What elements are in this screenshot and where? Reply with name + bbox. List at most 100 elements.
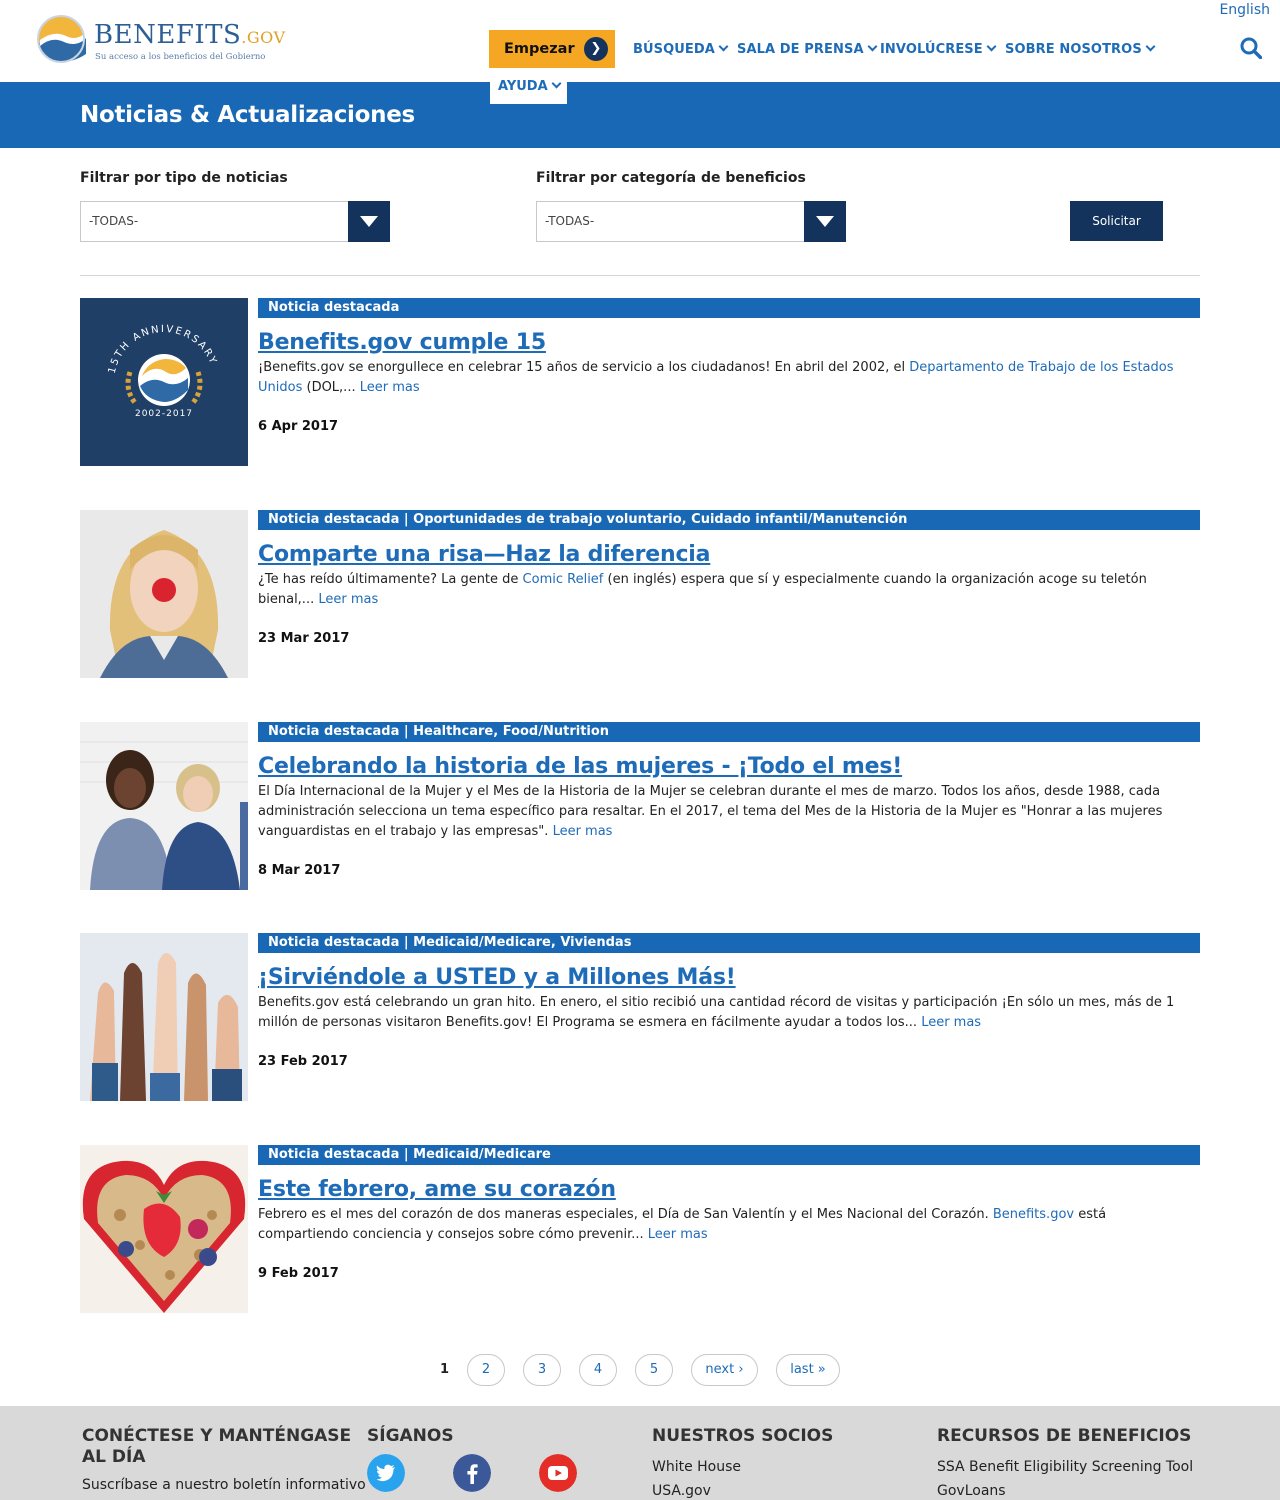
article-summary: Febrero es el mes del corazón de dos man… (258, 1205, 1198, 1245)
nav-label: SALA DE PRENSA (737, 42, 864, 57)
news-item: Noticia destacada | Medicaid/Medicare Es… (80, 1145, 1200, 1313)
footer-connect-heading: CONÉCTESE Y MANTÉNGASE AL DÍA (82, 1426, 352, 1467)
select-value: -TODAS- (89, 214, 139, 228)
footer-link-govloans[interactable]: GovLoans (937, 1483, 1006, 1499)
article-tags: Noticia destacada | Oportunidades de tra… (258, 510, 1200, 530)
article-tags: Noticia destacada | Medicaid/Medicare (258, 1145, 1200, 1165)
nav-involucrese[interactable]: INVOLÚCRESE (880, 41, 997, 57)
pagination-page-2[interactable]: 2 (467, 1354, 505, 1386)
language-toggle-link[interactable]: English (1219, 2, 1270, 18)
footer-newsletter-text: Suscríbase a nuestro boletín informativo (82, 1477, 366, 1493)
article-summary: ¿Te has reído últimamente? La gente de C… (258, 570, 1198, 610)
article-date: 23 Feb 2017 (258, 1054, 348, 1069)
footer-follow-heading: SÍGANOS (367, 1426, 454, 1446)
anniversary-image[interactable]: 15TH ANNIVERSARY 2002-2017 (80, 298, 248, 466)
read-more-link[interactable]: Leer mas (318, 592, 378, 607)
chevron-down-icon (718, 41, 729, 52)
news-type-select[interactable]: -TODAS- (80, 201, 390, 242)
nav-label: SOBRE NOSOTROS (1005, 42, 1142, 57)
article-tags: Noticia destacada (258, 298, 1200, 318)
article-summary: El Día Internacional de la Mujer y el Me… (258, 782, 1198, 842)
pagination-page-4[interactable]: 4 (579, 1354, 617, 1386)
article-date: 6 Apr 2017 (258, 419, 339, 434)
pagination-last[interactable]: last » (776, 1354, 840, 1386)
read-more-link[interactable]: Leer mas (921, 1015, 981, 1030)
article-tags: Noticia destacada | Medicaid/Medicare, V… (258, 933, 1200, 953)
article-date: 8 Mar 2017 (258, 863, 341, 878)
news-item: Noticia destacada | Oportunidades de tra… (80, 510, 1200, 678)
nav-sala-de-prensa[interactable]: SALA DE PRENSA (737, 41, 878, 57)
site-footer: CONÉCTESE Y MANTÉNGASE AL DÍA Suscríbase… (0, 1406, 1280, 1500)
page-banner: Noticias & Actualizaciones (0, 82, 1280, 148)
facebook-icon[interactable] (453, 1454, 491, 1492)
read-more-link[interactable]: Leer mas (648, 1227, 708, 1242)
pagination-page-5[interactable]: 5 (635, 1354, 673, 1386)
arrow-right-icon: ❯ (584, 37, 608, 61)
search-icon[interactable] (1240, 37, 1262, 59)
article-title-link[interactable]: Este febrero, ame su corazón (258, 1177, 616, 1202)
start-button[interactable]: Empezar ❯ (489, 30, 615, 68)
site-header: BENEFITS.GOV Su acceso a los beneficios … (0, 0, 1280, 82)
footer-link-usa-gov[interactable]: USA.gov (652, 1483, 711, 1499)
footer-resources-heading: RECURSOS DE BENEFICIOS (937, 1426, 1192, 1446)
logo-emblem (37, 15, 88, 63)
summary-text: ¿Te has reído últimamente? La gente de (258, 572, 523, 587)
site-logo[interactable]: BENEFITS.GOV Su acceso a los beneficios … (34, 12, 285, 68)
read-more-link[interactable]: Leer mas (360, 380, 420, 395)
heart-bowl-image[interactable] (80, 1145, 248, 1313)
inline-link[interactable]: Comic Relief (523, 572, 604, 587)
article-title-link[interactable]: ¡Sirviéndole a USTED y a Millones Más! (258, 965, 736, 990)
anniversary-years: 2002-2017 (135, 409, 193, 419)
pagination-page-3[interactable]: 3 (523, 1354, 561, 1386)
news-item: Noticia destacada | Medicaid/Medicare, V… (80, 933, 1200, 1101)
article-title-link[interactable]: Comparte una risa—Haz la diferencia (258, 542, 710, 567)
page-title: Noticias & Actualizaciones (80, 102, 415, 128)
girl-red-nose-image[interactable] (80, 510, 248, 678)
article-title-link[interactable]: Celebrando la historia de las mujeres - … (258, 754, 902, 779)
caret-down-icon[interactable] (804, 201, 846, 242)
article-title-link[interactable]: Benefits.gov cumple 15 (258, 330, 546, 355)
inline-link[interactable]: Benefits.gov (993, 1207, 1074, 1222)
chevron-down-icon (867, 41, 878, 52)
twitter-icon[interactable] (367, 1454, 405, 1492)
news-item: 15TH ANNIVERSARY 2002-2017 Noticia desta… (80, 298, 1200, 466)
footer-link-ssa-tool[interactable]: SSA Benefit Eligibility Screening Tool (937, 1459, 1193, 1475)
summary-text: Benefits.gov está celebrando un gran hit… (258, 995, 1175, 1030)
nav-label: BÚSQUEDA (633, 42, 715, 57)
news-type-filter-label: Filtrar por tipo de noticias (80, 170, 288, 186)
summary-text: El Día Internacional de la Mujer y el Me… (258, 784, 1163, 839)
article-date: 23 Mar 2017 (258, 631, 350, 646)
start-button-label: Empezar (504, 41, 575, 57)
nav-sobre-nosotros[interactable]: SOBRE NOSOTROS (1005, 41, 1156, 57)
chevron-down-icon (1145, 41, 1156, 52)
nav-busqueda[interactable]: BÚSQUEDA (633, 41, 729, 57)
divider (80, 275, 1200, 276)
footer-partners-heading: NUESTROS SOCIOS (652, 1426, 834, 1446)
caret-down-icon[interactable] (348, 201, 390, 242)
apply-filter-button[interactable]: Solicitar (1070, 201, 1163, 241)
news-item: Noticia destacada | Healthcare, Food/Nut… (80, 722, 1200, 890)
summary-text: ¡Benefits.gov se enorgullece en celebrar… (258, 360, 910, 375)
women-image[interactable] (80, 722, 248, 890)
summary-text: Febrero es el mes del corazón de dos man… (258, 1207, 993, 1222)
article-date: 9 Feb 2017 (258, 1266, 339, 1281)
category-filter-label: Filtrar por categoría de beneficios (536, 170, 806, 186)
article-tags: Noticia destacada | Healthcare, Food/Nut… (258, 722, 1200, 742)
read-more-link[interactable]: Leer mas (553, 824, 613, 839)
chevron-down-icon (551, 78, 562, 89)
footer-link-white-house[interactable]: White House (652, 1459, 741, 1475)
nav-ayuda[interactable]: AYUDA (490, 75, 567, 104)
raised-hands-image[interactable] (80, 933, 248, 1101)
nav-label: AYUDA (498, 79, 548, 94)
category-select[interactable]: -TODAS- (536, 201, 846, 242)
select-value: -TODAS- (545, 214, 595, 228)
article-summary: ¡Benefits.gov se enorgullece en celebrar… (258, 358, 1198, 398)
nav-label: INVOLÚCRESE (880, 42, 983, 57)
logo-wordmark: BENEFITS.GOV (94, 20, 286, 50)
summary-text: (DOL,... (302, 380, 360, 395)
logo-tagline: Su acceso a los beneficios del Gobierno (95, 52, 266, 62)
pagination-current: 1 (440, 1362, 450, 1377)
chevron-down-icon (986, 41, 997, 52)
youtube-icon[interactable] (539, 1454, 577, 1492)
pagination-next[interactable]: next › (691, 1354, 758, 1386)
